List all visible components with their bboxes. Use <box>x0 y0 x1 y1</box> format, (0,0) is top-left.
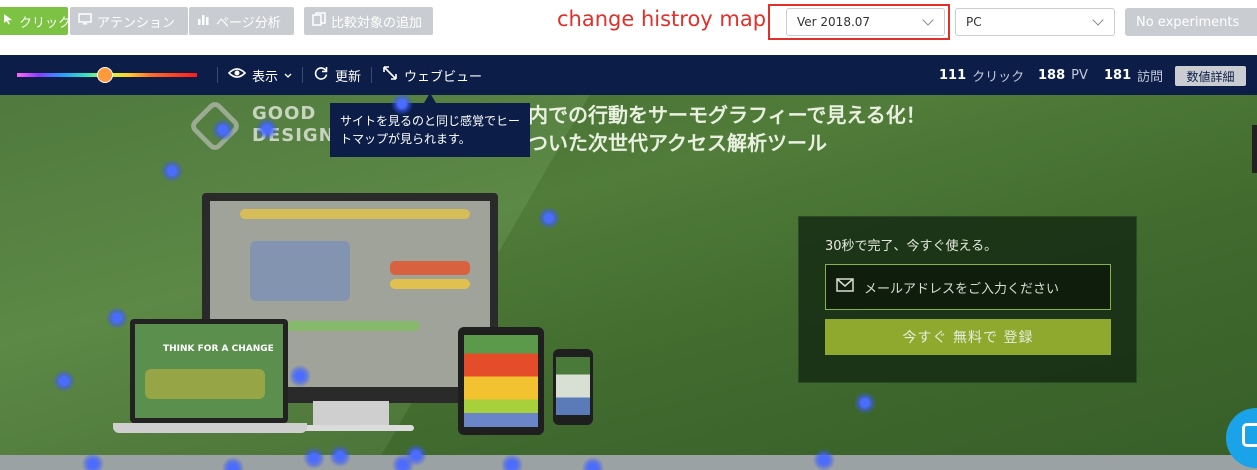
refresh-icon <box>313 65 329 85</box>
device-select-value: PC <box>966 15 982 29</box>
top-header: クリック アテンション ページ分析 比較対象の追加 change histroy… <box>0 0 1257 55</box>
click-dot <box>256 118 278 140</box>
hero-headline: 内での行動をサーモグラフィーで見える化！ ついた次世代アクセス解析ツール <box>528 103 926 155</box>
expand-arrows-icon <box>382 65 398 85</box>
signup-submit-button[interactable]: 今すぐ 無料で 登録 <box>825 319 1111 355</box>
click-count: 111 クリック <box>939 55 1024 95</box>
click-dot <box>501 454 523 470</box>
version-select[interactable]: Ver 2018.07 <box>786 8 945 36</box>
tab-page-analysis[interactable]: ページ分析 <box>189 7 294 35</box>
click-dot <box>538 207 560 229</box>
tab-attention-label: アテンション <box>97 15 176 31</box>
click-dot <box>405 444 427 466</box>
experiments-select[interactable]: No experiments <box>1125 8 1257 36</box>
click-dot <box>289 365 311 387</box>
click-dot <box>106 307 128 329</box>
click-dot <box>161 160 183 182</box>
webview-button[interactable]: ウェブビュー <box>382 55 482 95</box>
mail-icon <box>836 278 854 296</box>
slider-handle[interactable] <box>97 67 113 83</box>
chat-icon <box>1242 423 1257 447</box>
display-menu-label: 表示 <box>252 69 279 85</box>
signup-title: 30秒で完了、今すぐ使える。 <box>825 239 998 254</box>
laptop-image: THINK FOR A CHANGE <box>130 319 288 423</box>
email-placeholder: メールアドレスをご入力ください <box>864 281 1060 297</box>
webview-label: ウェブビュー <box>404 69 483 85</box>
heatmap-canvas: GOOD DESIGN 内での行動をサーモグラフィーで見える化！ ついた次世代ア… <box>0 95 1257 470</box>
chevron-down-icon <box>284 68 292 83</box>
device-select[interactable]: PC <box>955 8 1115 36</box>
pv-count-value: 188 <box>1038 67 1066 83</box>
tab-page-analysis-label: ページ分析 <box>216 15 281 31</box>
divider <box>217 67 218 83</box>
experiments-select-value: No experiments <box>1136 14 1240 30</box>
visit-count-unit: 訪問 <box>1137 69 1164 85</box>
eye-icon <box>227 67 247 83</box>
tablet-image <box>458 327 544 435</box>
chevron-down-icon <box>922 14 934 26</box>
heatmap-toolbar: 表示 更新 ウェブビュー 111 クリック 188 PV 181 訪問 数値詳細 <box>0 55 1257 95</box>
click-dot <box>82 453 104 470</box>
visit-count-value: 181 <box>1104 67 1132 83</box>
numeric-details-button[interactable]: 数値詳細 <box>1175 66 1246 86</box>
add-comparison-button[interactable]: 比較対象の追加 <box>304 7 433 35</box>
display-menu[interactable]: 表示 <box>227 55 292 95</box>
webview-tooltip: サイトを見るのと同じ感覚でヒー トマップが見られます。 <box>330 95 530 157</box>
divider <box>302 67 303 83</box>
pv-count: 188 PV <box>1038 55 1088 95</box>
signup-form: 30秒で完了、今すぐ使える。 メールアドレスをご入力ください 今すぐ 無料で 登… <box>798 216 1137 383</box>
click-dot <box>212 119 234 141</box>
click-dot <box>854 392 876 414</box>
annotation-text: change histroy map <box>557 7 767 31</box>
click-count-unit: クリック <box>972 69 1025 85</box>
monitor-icon <box>78 13 92 29</box>
tab-click-label: クリック <box>19 15 72 31</box>
bar-chart-icon <box>197 13 211 29</box>
visit-count: 181 訪問 <box>1104 55 1163 95</box>
click-dot <box>53 370 75 392</box>
click-count-value: 111 <box>939 67 967 83</box>
laptop-screen-text: THINK FOR A CHANGE <box>163 344 274 354</box>
click-dot <box>813 449 835 470</box>
click-dot <box>329 445 351 467</box>
add-comparison-label: 比較対象の追加 <box>331 15 423 31</box>
tab-click[interactable]: クリック <box>0 7 72 35</box>
email-field[interactable]: メールアドレスをご入力ください <box>825 264 1111 310</box>
tab-attention[interactable]: アテンション <box>70 7 188 35</box>
refresh-button[interactable]: 更新 <box>313 55 361 95</box>
divider <box>371 67 372 83</box>
copy-icon <box>312 12 326 30</box>
chevron-down-icon <box>1092 14 1104 26</box>
click-dot <box>303 447 325 469</box>
cursor-click-icon <box>2 13 14 29</box>
pv-count-unit: PV <box>1071 67 1088 83</box>
refresh-label: 更新 <box>335 69 362 85</box>
phone-image <box>553 349 593 425</box>
version-select-value: Ver 2018.07 <box>797 15 871 29</box>
